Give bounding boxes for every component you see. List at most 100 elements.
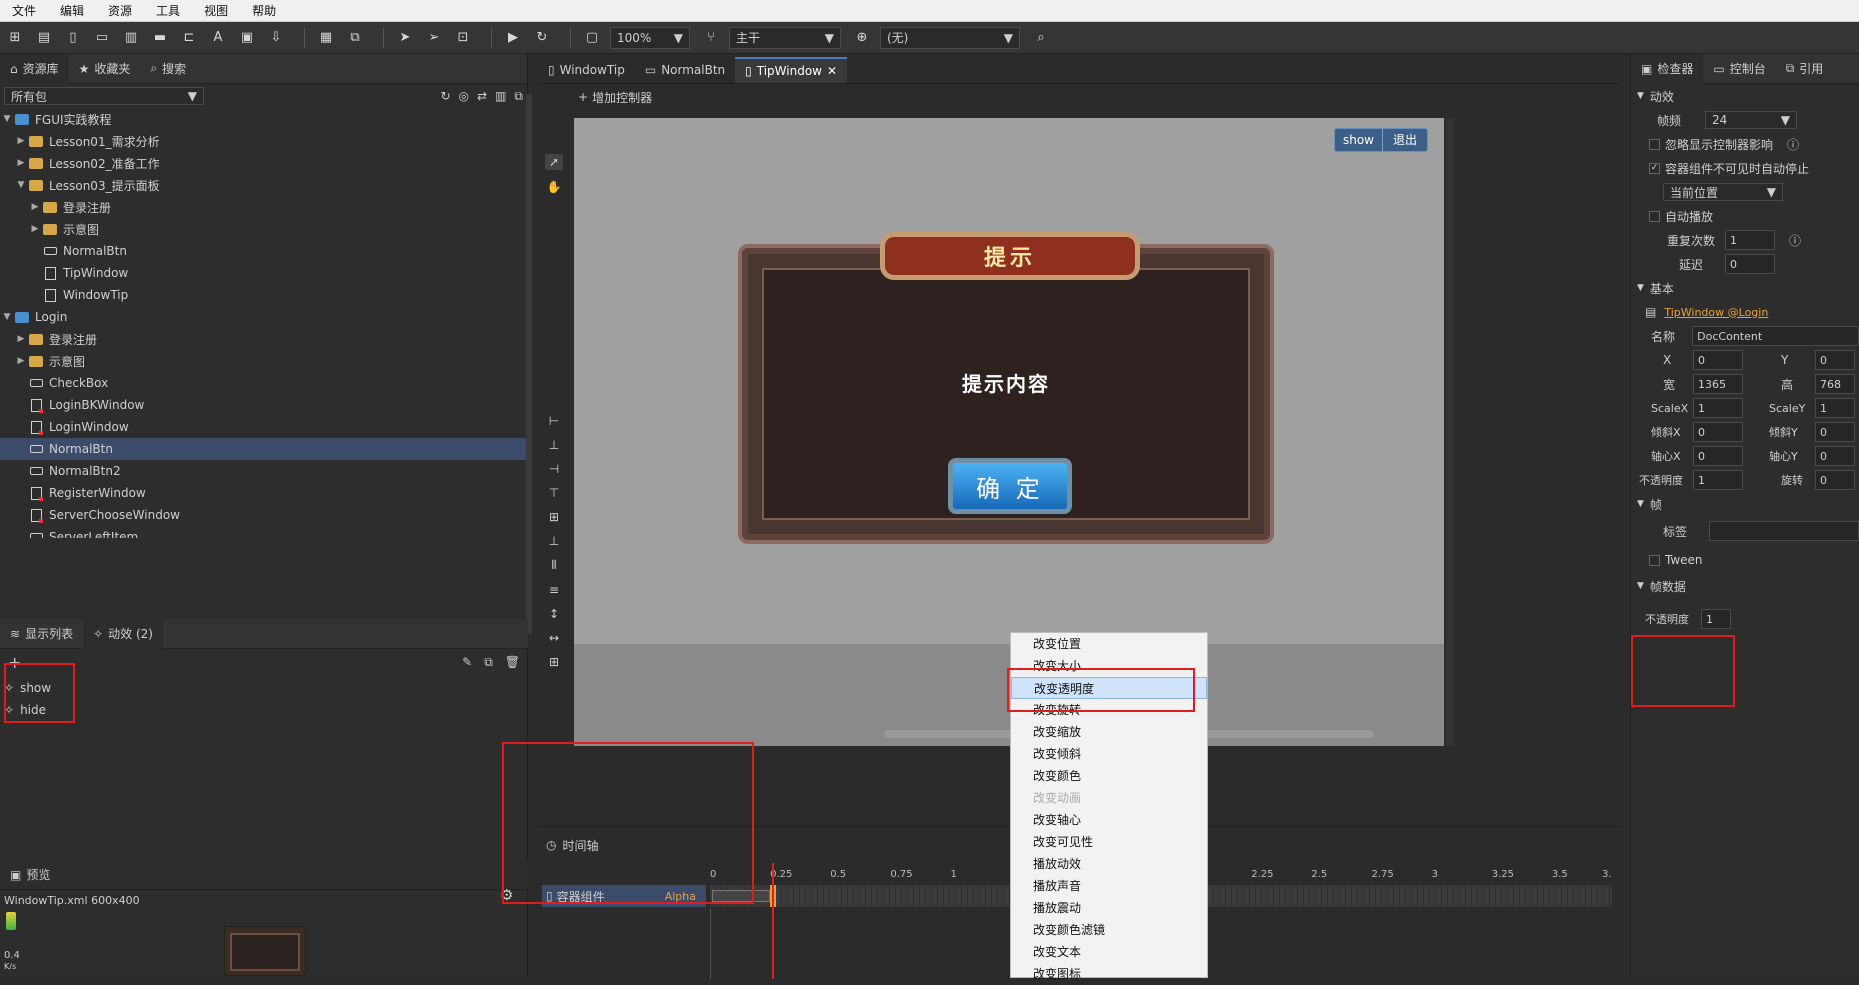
tab-normalbtn[interactable]: ▭ NormalBtn bbox=[635, 57, 735, 83]
info-icon[interactable]: ⓘ bbox=[1789, 232, 1801, 249]
height-input[interactable]: 768 bbox=[1815, 374, 1855, 394]
delay-input[interactable]: 0 bbox=[1725, 254, 1775, 274]
section-frame-header[interactable]: ▼ 帧 bbox=[1637, 492, 1859, 516]
y-input[interactable]: 0 bbox=[1815, 350, 1855, 370]
pivotx-input[interactable]: 0 bbox=[1693, 446, 1743, 466]
locate-icon[interactable]: ◎ bbox=[459, 89, 469, 103]
skewx-input[interactable]: 0 bbox=[1693, 422, 1743, 442]
delete-icon[interactable]: 🗑 bbox=[505, 655, 520, 669]
tree-item[interactable]: WindowTip bbox=[0, 284, 527, 306]
scaley-input[interactable]: 1 bbox=[1815, 398, 1855, 418]
stage-v-scrollbar[interactable] bbox=[1446, 118, 1454, 746]
collapse-arrow-icon[interactable]: ▶ bbox=[14, 356, 28, 366]
expand-arrow-icon[interactable]: ▼ bbox=[14, 180, 28, 190]
tree-item[interactable]: RegisterWindow bbox=[0, 482, 527, 504]
autoplay-checkbox[interactable] bbox=[1649, 210, 1660, 222]
new-combobox-icon[interactable]: ▥ bbox=[120, 27, 142, 49]
language-select[interactable]: (无) ▼ bbox=[880, 26, 1020, 49]
import-icon[interactable]: ⇩ bbox=[265, 27, 287, 49]
branch-icon[interactable]: ⑂ bbox=[700, 27, 722, 49]
tab-library[interactable]: ⌂ 资源库 bbox=[0, 53, 69, 84]
menu-assets[interactable]: 资源 bbox=[96, 2, 144, 19]
tag-input[interactable] bbox=[1709, 521, 1859, 541]
search-icon[interactable]: ⌕ bbox=[1030, 27, 1052, 49]
tree-item[interactable]: NormalBtn bbox=[0, 438, 527, 460]
skewy-input[interactable]: 0 bbox=[1815, 422, 1855, 442]
show-button[interactable]: show bbox=[1335, 129, 1383, 151]
tree-item[interactable]: ▶ 登录注册 bbox=[0, 328, 527, 350]
tab-favorites[interactable]: ★ 收藏夹 bbox=[69, 54, 141, 84]
publish-icon[interactable]: ➤ bbox=[394, 27, 416, 49]
preview-size-icon[interactable]: ▢ bbox=[581, 27, 603, 49]
tree-item[interactable]: NormalBtn2 bbox=[0, 460, 527, 482]
tree-item[interactable]: ▼ FGUI实践教程 bbox=[0, 108, 527, 130]
tab-tipwindow[interactable]: ▯ TipWindow ✕ bbox=[735, 57, 848, 83]
tree-item[interactable]: ▼ Login bbox=[0, 306, 527, 328]
window-icon[interactable]: ⧉ bbox=[514, 89, 523, 104]
confirm-button[interactable]: 确 定 bbox=[948, 458, 1072, 514]
alpha-input[interactable]: 1 bbox=[1693, 470, 1743, 490]
save-all-icon[interactable]: ⧉ bbox=[344, 27, 366, 49]
close-icon[interactable]: ✕ bbox=[827, 64, 837, 78]
zoom-select[interactable]: 100% ▼ bbox=[610, 26, 690, 49]
info-icon[interactable]: ⓘ bbox=[1787, 136, 1799, 153]
tree-item[interactable]: CheckBox bbox=[0, 372, 527, 394]
collapse-arrow-icon[interactable]: ▶ bbox=[28, 202, 42, 212]
align-middle-icon[interactable]: ⊞ bbox=[549, 510, 559, 524]
x-input[interactable]: 0 bbox=[1693, 350, 1743, 370]
repeat-input[interactable]: 1 bbox=[1725, 230, 1775, 250]
tree-item[interactable]: ServerLeftItem bbox=[0, 526, 527, 538]
tree-item[interactable]: NormalBtn bbox=[0, 240, 527, 262]
context-menu-item[interactable]: 播放动效 bbox=[1011, 853, 1207, 875]
component-link[interactable]: TipWindow @Login bbox=[1664, 306, 1768, 319]
tree-item[interactable]: ▶ 登录注册 bbox=[0, 196, 527, 218]
context-menu-item[interactable]: 播放声音 bbox=[1011, 875, 1207, 897]
expand-arrow-icon[interactable]: ▼ bbox=[0, 114, 14, 124]
swap-icon[interactable]: ⇄ bbox=[477, 89, 487, 103]
tween-checkbox[interactable] bbox=[1649, 554, 1660, 566]
align-right-icon[interactable]: ⊣ bbox=[549, 462, 559, 476]
hand-tool-icon[interactable]: ✋ bbox=[547, 180, 562, 194]
tab-windowtip[interactable]: ▯ WindowTip bbox=[538, 57, 635, 83]
frame-alpha-input[interactable]: 1 bbox=[1701, 609, 1731, 629]
new-label-icon[interactable]: ▯ bbox=[62, 27, 84, 49]
section-frame-data-header[interactable]: ▼ 帧数据 bbox=[1637, 574, 1859, 598]
context-menu-item[interactable]: 改变图标 bbox=[1011, 963, 1207, 985]
new-movie-icon[interactable]: ▣ bbox=[236, 27, 258, 49]
edit-icon[interactable]: ✎ bbox=[462, 655, 472, 669]
publish-settings-icon[interactable]: ⊡ bbox=[452, 27, 474, 49]
context-menu-item[interactable]: 改变颜色 bbox=[1011, 765, 1207, 787]
grid-icon[interactable]: ⊞ bbox=[549, 655, 559, 669]
tab-preview[interactable]: ▣ 预览 bbox=[0, 860, 60, 890]
new-slider-icon[interactable]: ⊏ bbox=[178, 27, 200, 49]
pivoty-input[interactable]: 0 bbox=[1815, 446, 1855, 466]
tab-display-list[interactable]: ≋ 显示列表 bbox=[0, 619, 83, 649]
menu-tools[interactable]: 工具 bbox=[144, 2, 192, 19]
tree-item[interactable]: ▼ Lesson03_提示面板 bbox=[0, 174, 527, 196]
select-tool-icon[interactable]: ➚ bbox=[544, 154, 564, 170]
section-effect-header[interactable]: ▼ 动效 bbox=[1637, 84, 1859, 108]
add-controller-button[interactable]: 增加控制器 bbox=[592, 89, 652, 106]
context-menu-item[interactable]: 改变位置 bbox=[1011, 633, 1207, 655]
branch-select[interactable]: 主干 ▼ bbox=[729, 26, 841, 49]
context-menu-item[interactable]: 播放震动 bbox=[1011, 897, 1207, 919]
width-input[interactable]: 1365 bbox=[1693, 374, 1743, 394]
copy-icon[interactable]: ⧉ bbox=[484, 655, 493, 670]
distribute-h-icon[interactable]: ⫴ bbox=[551, 558, 556, 573]
expand-arrow-icon[interactable]: ▼ bbox=[0, 312, 14, 322]
new-text-icon[interactable]: A bbox=[207, 27, 229, 49]
context-menu-item[interactable]: 改变文本 bbox=[1011, 941, 1207, 963]
context-menu-item[interactable]: 改变轴心 bbox=[1011, 809, 1207, 831]
tree-item[interactable]: ▶ Lesson01_需求分析 bbox=[0, 130, 527, 152]
refresh-icon[interactable]: ↻ bbox=[531, 27, 553, 49]
tab-references[interactable]: ⧉ 引用 bbox=[1776, 54, 1834, 84]
align-left-icon[interactable]: ⊢ bbox=[549, 414, 559, 428]
context-menu-item[interactable]: 改变倾斜 bbox=[1011, 743, 1207, 765]
tree-item[interactable]: LoginWindow bbox=[0, 416, 527, 438]
tab-transitions[interactable]: ✧ 动效 (2) bbox=[83, 618, 163, 649]
context-menu-item[interactable]: 改变颜色滤镜 bbox=[1011, 919, 1207, 941]
tab-search[interactable]: ⌕ 搜索 bbox=[140, 54, 196, 84]
align-bottom-icon[interactable]: ⊥ bbox=[549, 534, 559, 548]
ignore-controller-checkbox[interactable] bbox=[1649, 138, 1660, 150]
package-filter-select[interactable]: 所有包 ▼ bbox=[4, 87, 204, 105]
